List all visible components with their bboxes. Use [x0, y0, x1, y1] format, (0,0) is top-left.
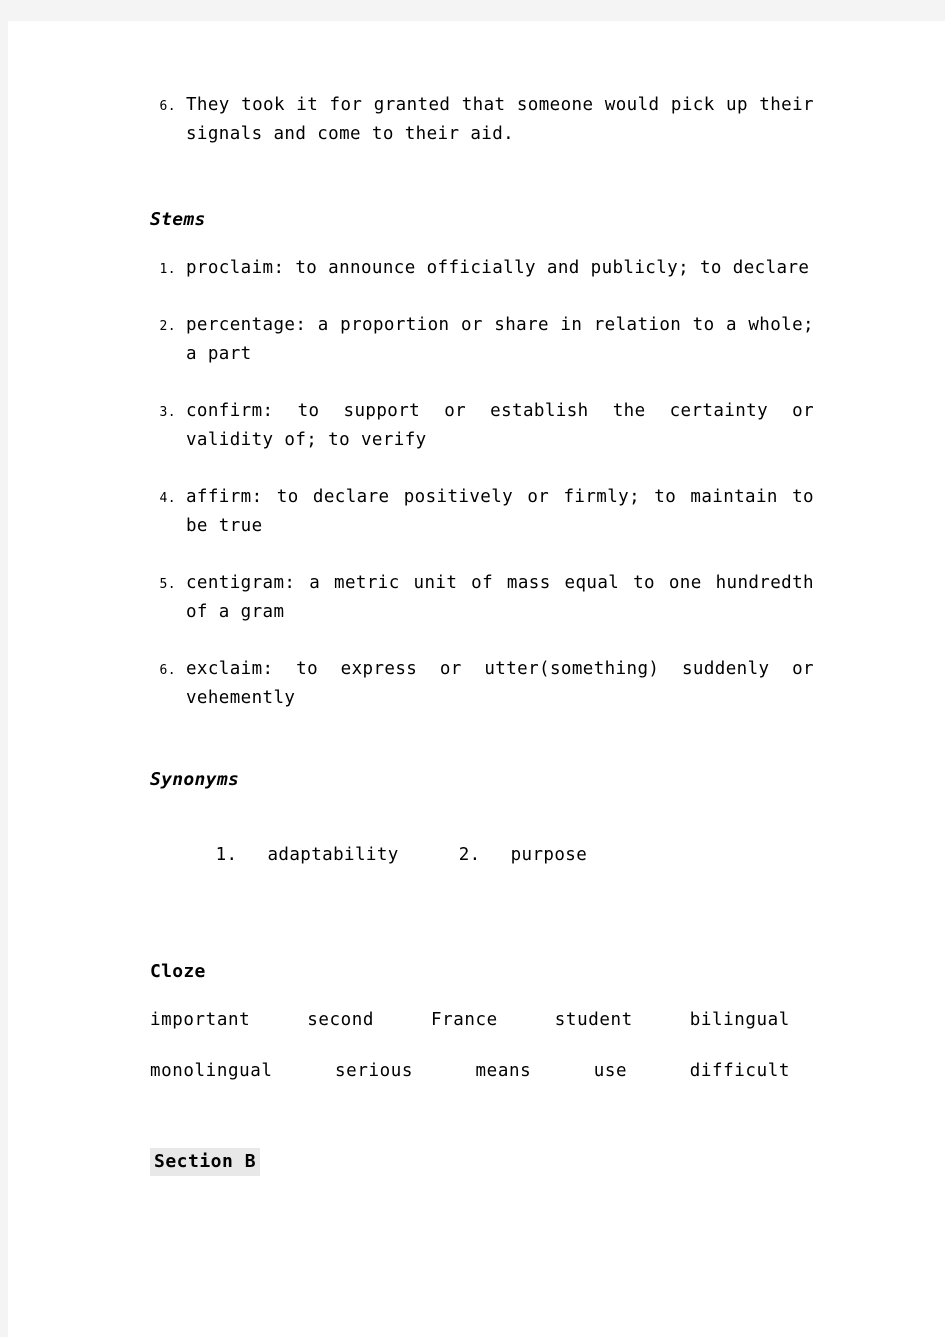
list-item-text: They took it for granted that someone wo… [186, 95, 814, 144]
list-item-number: 4. [159, 491, 176, 506]
synonym-text: adaptability [267, 845, 399, 865]
table-row: 2. percentage: a proportion or share in … [150, 311, 814, 369]
cloze-word: means [475, 1061, 532, 1081]
table-row: 6. exclaim: to express or utter(somethin… [150, 655, 814, 713]
section-heading-cloze: Cloze [150, 961, 206, 982]
document-content: 6. They took it for granted that someone… [150, 91, 814, 1176]
synonym-number: 1. [215, 845, 238, 865]
synonym-number: 2. [458, 845, 481, 865]
synonyms-row: 1. adaptability 2. purpose [150, 812, 814, 899]
list-item-text: percentage: a proportion or share in rel… [186, 315, 814, 364]
list-item-number: 6. [159, 99, 176, 114]
cloze-word: bilingual [689, 1010, 790, 1030]
table-row: 4. affirm: to declare positively or firm… [150, 483, 814, 541]
list-item-text: exclaim: to express or utter(something) … [186, 659, 814, 708]
cloze-word: France [431, 1010, 498, 1030]
cloze-word: second [307, 1010, 375, 1030]
cloze-word: important [150, 1010, 251, 1030]
list-item-text: proclaim: to announce officially and pub… [186, 258, 810, 278]
list-item-text: affirm: to declare positively or firmly;… [186, 487, 814, 536]
cloze-word-row: important second France student bilingua… [150, 1006, 790, 1035]
carryover-list: 6. They took it for granted that someone… [150, 91, 814, 149]
cloze-word: serious [335, 1061, 413, 1081]
list-item-number: 6. [159, 663, 176, 678]
list-item-number: 1. [159, 262, 176, 277]
table-row: 3. confirm: to support or establish the … [150, 397, 814, 455]
section-heading-synonyms: Synonyms [150, 769, 240, 790]
document-page: 6. They took it for granted that someone… [8, 21, 945, 1337]
cloze-word: student [554, 1010, 633, 1030]
cloze-word: use [593, 1061, 628, 1081]
list-item-text: confirm: to support or establish the cer… [186, 401, 814, 450]
stems-list: 1. proclaim: to announce officially and … [150, 254, 814, 713]
cloze-word-row: monolingual serious means use difficult [150, 1057, 790, 1086]
section-heading-b: Section B [150, 1148, 261, 1176]
section-b-container: Section B [150, 1148, 814, 1176]
synonym-text: purpose [510, 845, 588, 865]
table-row: 5. centigram: a metric unit of mass equa… [150, 569, 814, 627]
cloze-word: difficult [689, 1061, 790, 1081]
list-item: 6. They took it for granted that someone… [150, 91, 814, 149]
list-item-text: centigram: a metric unit of mass equal t… [186, 573, 814, 622]
table-row: 1. proclaim: to announce officially and … [150, 254, 814, 283]
list-item-number: 2. [159, 319, 176, 334]
list-item-number: 5. [159, 577, 176, 592]
list-item-number: 3. [159, 405, 176, 420]
section-heading-stems: Stems [150, 209, 206, 230]
cloze-word: monolingual [150, 1061, 273, 1081]
